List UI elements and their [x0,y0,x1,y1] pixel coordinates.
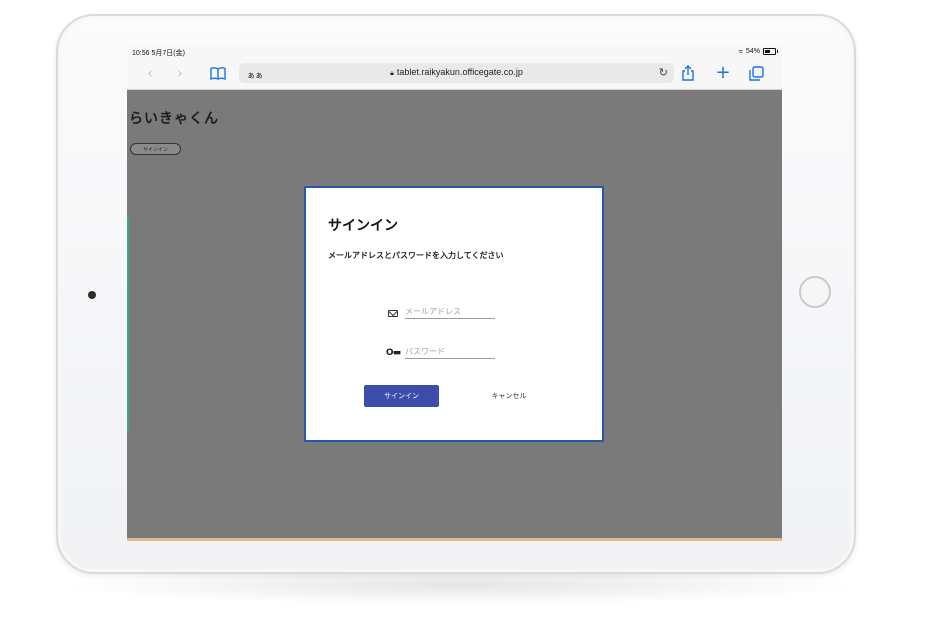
bookmarks-glyph [210,66,226,80]
browser-toolbar: ‹ › ぁぁ 🔒︎ tablet.raikyakun.officegate.co.… [127,59,782,89]
front-camera [88,291,96,299]
key-icon: O▬ [385,347,401,359]
forward-icon[interactable]: › [171,64,189,82]
mail-icon [385,307,401,319]
new-tab-icon[interactable]: + [714,64,732,82]
email-field[interactable] [405,304,495,319]
bookmarks-icon[interactable] [209,64,227,82]
dialog-message: メールアドレスとパスワードを入力してください [328,251,504,260]
app-title: らいきゃくん [129,111,219,127]
key-glyph: O▬ [385,348,401,358]
home-button[interactable] [799,276,831,308]
battery-percent: 54% [745,48,760,55]
safari-chrome: 10:56 5月7日(金) ≈ 54% ‹ › ぁぁ 🔒︎ tablet.raik… [127,45,782,90]
wifi-icon: ≈ [738,47,743,56]
reload-icon[interactable]: ↻ [659,66,668,79]
status-time: 10:56 5月7日(金) [132,50,185,57]
status-bar: 10:56 5月7日(金) ≈ 54% [127,45,782,59]
address-text-wrap: 🔒︎ tablet.raikyakun.officegate.co.jp [239,67,674,78]
tabs-icon[interactable] [747,64,765,82]
dialog-title: サインイン [328,218,398,234]
url-text: tablet.raikyakun.officegate.co.jp [396,67,523,77]
status-indicators: ≈ 54% [738,47,778,56]
signin-submit-button[interactable]: サインイン [364,385,439,407]
header-signin-button[interactable]: サインイン [130,143,181,155]
share-icon[interactable] [679,64,697,82]
cancel-button[interactable]: キャンセル [474,385,544,407]
share-glyph [682,65,694,81]
ipad-screen: 10:56 5月7日(金) ≈ 54% ‹ › ぁぁ 🔒︎ tablet.raik… [127,45,782,541]
password-row: O▬ [385,344,495,359]
mail-glyph [388,309,398,317]
lock-icon: 🔒︎ [390,70,394,77]
tabs-glyph [748,65,764,81]
battery-icon [763,48,778,55]
back-icon[interactable]: ‹ [141,64,159,82]
email-row [385,304,495,319]
signin-dialog: サインイン メールアドレスとパスワードを入力してください O▬ サインイン キャ… [304,186,604,442]
address-bar[interactable]: ぁぁ 🔒︎ tablet.raikyakun.officegate.co.jp ↻ [239,63,674,83]
left-accent-strip [127,215,129,430]
password-field[interactable] [405,344,495,359]
